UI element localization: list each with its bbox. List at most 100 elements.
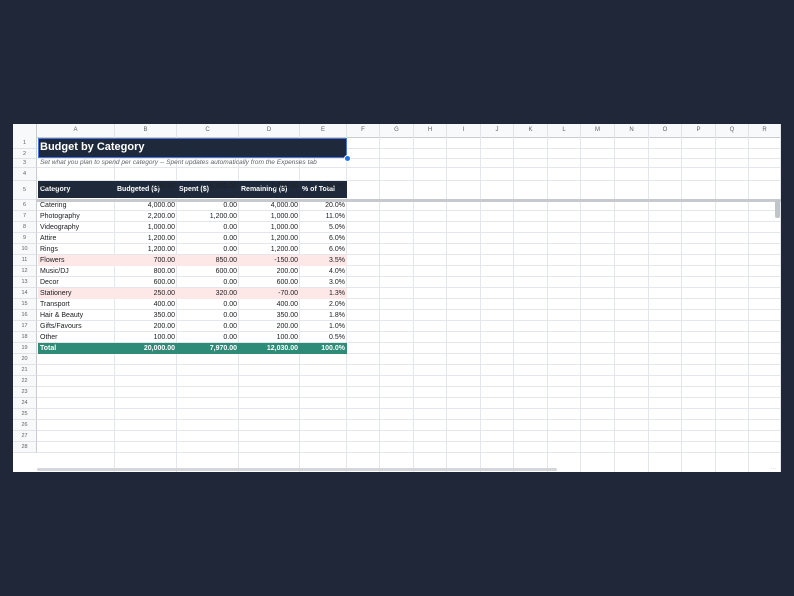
budget-row-8-pct[interactable]: 4.0%	[300, 266, 347, 277]
budget-row-6-pct[interactable]: 6.0%	[300, 244, 347, 255]
budget-row-3-pct[interactable]: 11.0%	[300, 211, 347, 222]
column-header-k[interactable]: K	[514, 124, 548, 137]
row-header-4[interactable]: 4	[13, 168, 37, 181]
budget-row-11-remaining[interactable]: 400.00	[239, 299, 300, 310]
column-header-l[interactable]: L	[548, 124, 581, 137]
spreadsheet-grid[interactable]: ABCDEFGHIJKLMNOPQR 1 2 3 4 5 6 7 8 9 10 11 12 13 14 15…	[13, 124, 781, 472]
column-header-f[interactable]: F	[347, 124, 380, 137]
row-header-28[interactable]: 28	[13, 442, 37, 453]
row-header-12[interactable]: 12	[13, 266, 37, 277]
resize-handle-icon[interactable]: ⋯	[771, 467, 779, 472]
row-header-8[interactable]: 8	[13, 222, 37, 233]
budget-row-8-budgeted[interactable]: 800.00	[115, 266, 177, 277]
budget-row-9-category[interactable]: Decor	[37, 277, 115, 288]
budget-row-1-pct[interactable]: 35.0%	[300, 181, 347, 192]
row-header-21[interactable]: 21	[13, 365, 37, 376]
budget-row-6-category[interactable]: Rings	[37, 244, 115, 255]
budget-row-7-remaining[interactable]: -150.00	[239, 255, 300, 266]
budget-row-11-spent[interactable]: 0.00	[177, 299, 239, 310]
column-header-o[interactable]: O	[649, 124, 682, 137]
row-header-24[interactable]: 24	[13, 398, 37, 409]
budget-row-3-category[interactable]: Photography	[37, 211, 115, 222]
budget-row-8-remaining[interactable]: 200.00	[239, 266, 300, 277]
row-header-11[interactable]: 11	[13, 255, 37, 266]
horizontal-scrollbar[interactable]	[37, 468, 557, 471]
budget-row-13-spent[interactable]: 0.00	[177, 321, 239, 332]
budget-row-9-remaining[interactable]: 600.00	[239, 277, 300, 288]
budget-row-13-category[interactable]: Gifts/Favours	[37, 321, 115, 332]
budget-row-13-pct[interactable]: 1.0%	[300, 321, 347, 332]
budget-row-2-remaining[interactable]: 4,000.00	[239, 200, 300, 211]
budget-row-12-budgeted[interactable]: 350.00	[115, 310, 177, 321]
budget-row-1-category[interactable]: Venue	[37, 181, 115, 192]
column-header-r[interactable]: R	[749, 124, 781, 137]
budget-row-4-spent[interactable]: 0.00	[177, 222, 239, 233]
budget-row-5-remaining[interactable]: 1,200.00	[239, 233, 300, 244]
row-header-27[interactable]: 27	[13, 431, 37, 442]
budget-row-4-pct[interactable]: 5.0%	[300, 222, 347, 233]
total-row-pct[interactable]: 100.0%	[300, 343, 347, 354]
budget-row-4-category[interactable]: Videography	[37, 222, 115, 233]
column-header-b[interactable]: B	[115, 124, 177, 137]
budget-row-7-spent[interactable]: 850.00	[177, 255, 239, 266]
budget-row-3-budgeted[interactable]: 2,200.00	[115, 211, 177, 222]
budget-row-9-spent[interactable]: 0.00	[177, 277, 239, 288]
row-header-20[interactable]: 20	[13, 354, 37, 365]
budget-row-8-spent[interactable]: 600.00	[177, 266, 239, 277]
total-row-remaining[interactable]: 12,030.00	[239, 343, 300, 354]
row-header-16[interactable]: 16	[13, 310, 37, 321]
row-header-2[interactable]: 2	[13, 149, 37, 159]
row-header-6[interactable]: 6	[13, 200, 37, 211]
budget-row-2-pct[interactable]: 20.0%	[300, 200, 347, 211]
row-header-26[interactable]: 26	[13, 420, 37, 431]
budget-row-3-remaining[interactable]: 1,000.00	[239, 211, 300, 222]
total-row-spent[interactable]: 7,970.00	[177, 343, 239, 354]
budget-row-13-remaining[interactable]: 200.00	[239, 321, 300, 332]
row-header-7[interactable]: 7	[13, 211, 37, 222]
vertical-scrollbar[interactable]	[775, 200, 780, 218]
column-header-d[interactable]: D	[239, 124, 300, 137]
budget-row-6-remaining[interactable]: 1,200.00	[239, 244, 300, 255]
row-header-3[interactable]: 3	[13, 159, 37, 168]
budget-row-6-spent[interactable]: 0.00	[177, 244, 239, 255]
total-row-budgeted[interactable]: 20,000.00	[115, 343, 177, 354]
budget-row-12-pct[interactable]: 1.8%	[300, 310, 347, 321]
budget-row-14-spent[interactable]: 0.00	[177, 332, 239, 343]
budget-row-12-category[interactable]: Hair & Beauty	[37, 310, 115, 321]
row-header-19[interactable]: 19	[13, 343, 37, 354]
row-header-15[interactable]: 15	[13, 299, 37, 310]
budget-row-10-remaining[interactable]: -70.00	[239, 288, 300, 299]
row-header-13[interactable]: 13	[13, 277, 37, 288]
column-header-i[interactable]: I	[447, 124, 481, 137]
budget-row-1-spent[interactable]: 5,000.00	[177, 181, 239, 192]
column-header-j[interactable]: J	[481, 124, 514, 137]
budget-row-14-remaining[interactable]: 100.00	[239, 332, 300, 343]
budget-row-10-spent[interactable]: 320.00	[177, 288, 239, 299]
budget-row-12-spent[interactable]: 0.00	[177, 310, 239, 321]
column-header-e[interactable]: E	[300, 124, 347, 137]
budget-row-2-category[interactable]: Catering	[37, 200, 115, 211]
budget-row-11-budgeted[interactable]: 400.00	[115, 299, 177, 310]
budget-row-1-remaining[interactable]: 2,000.00	[239, 181, 300, 192]
budget-row-1-budgeted[interactable]: 7,000.00	[115, 181, 177, 192]
budget-row-5-spent[interactable]: 0.00	[177, 233, 239, 244]
column-header-c[interactable]: C	[177, 124, 239, 137]
budget-row-2-spent[interactable]: 0.00	[177, 200, 239, 211]
column-header-m[interactable]: M	[581, 124, 615, 137]
budget-row-8-category[interactable]: Music/DJ	[37, 266, 115, 277]
column-header-g[interactable]: G	[380, 124, 414, 137]
budget-row-4-remaining[interactable]: 1,000.00	[239, 222, 300, 233]
row-header-22[interactable]: 22	[13, 376, 37, 387]
budget-row-14-category[interactable]: Other	[37, 332, 115, 343]
column-header-q[interactable]: Q	[716, 124, 749, 137]
row-header-18[interactable]: 18	[13, 332, 37, 343]
budget-row-9-budgeted[interactable]: 600.00	[115, 277, 177, 288]
row-header-9[interactable]: 9	[13, 233, 37, 244]
column-header-a[interactable]: A	[37, 124, 115, 137]
budget-row-6-budgeted[interactable]: 1,200.00	[115, 244, 177, 255]
budget-row-10-pct[interactable]: 1.3%	[300, 288, 347, 299]
column-header-p[interactable]: P	[682, 124, 716, 137]
row-header-10[interactable]: 10	[13, 244, 37, 255]
row-header-5[interactable]: 5	[13, 181, 37, 200]
row-header-23[interactable]: 23	[13, 387, 37, 398]
